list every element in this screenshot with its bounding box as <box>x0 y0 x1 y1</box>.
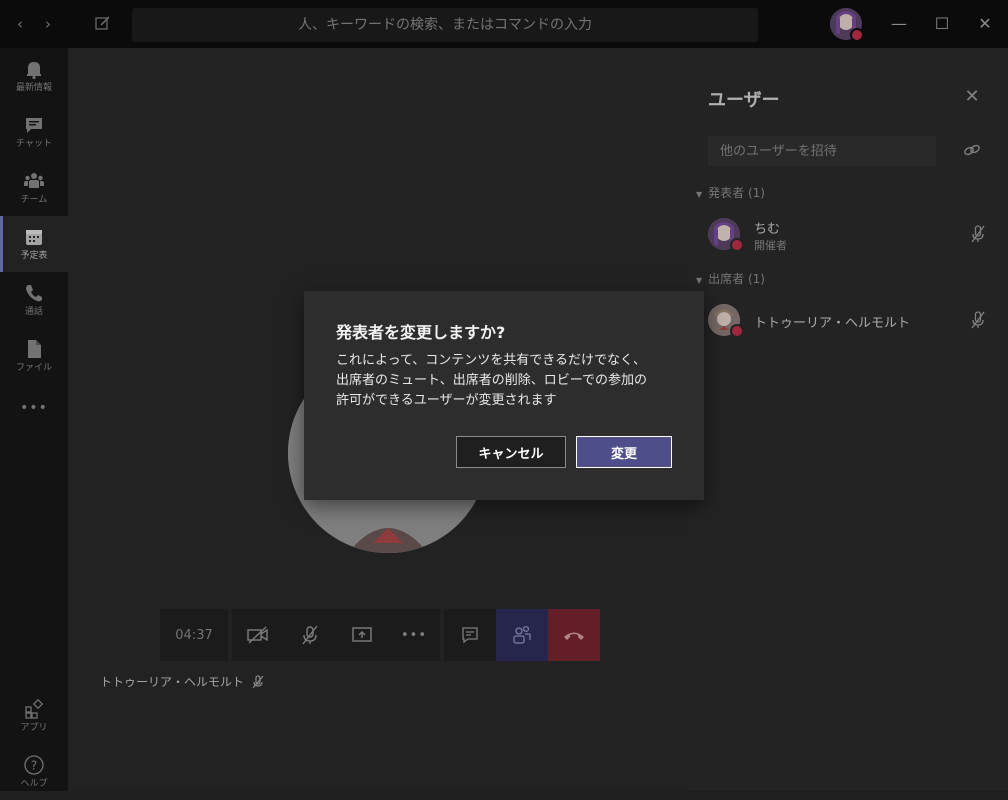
dialog-body: これによって、コンテンツを共有できるだけでなく、 出席者のミュート、出席者の削除… <box>336 353 647 408</box>
cancel-button[interactable]: キャンセル <box>456 436 566 468</box>
modal-overlay: 発表者を変更しますか? これによって、コンテンツを共有できるだけでなく、 出席者… <box>0 0 1008 791</box>
change-presenter-dialog: 発表者を変更しますか? これによって、コンテンツを共有できるだけでなく、 出席者… <box>304 291 704 500</box>
dialog-title: 発表者を変更しますか? <box>336 323 506 342</box>
confirm-change-button[interactable]: 変更 <box>576 436 672 468</box>
